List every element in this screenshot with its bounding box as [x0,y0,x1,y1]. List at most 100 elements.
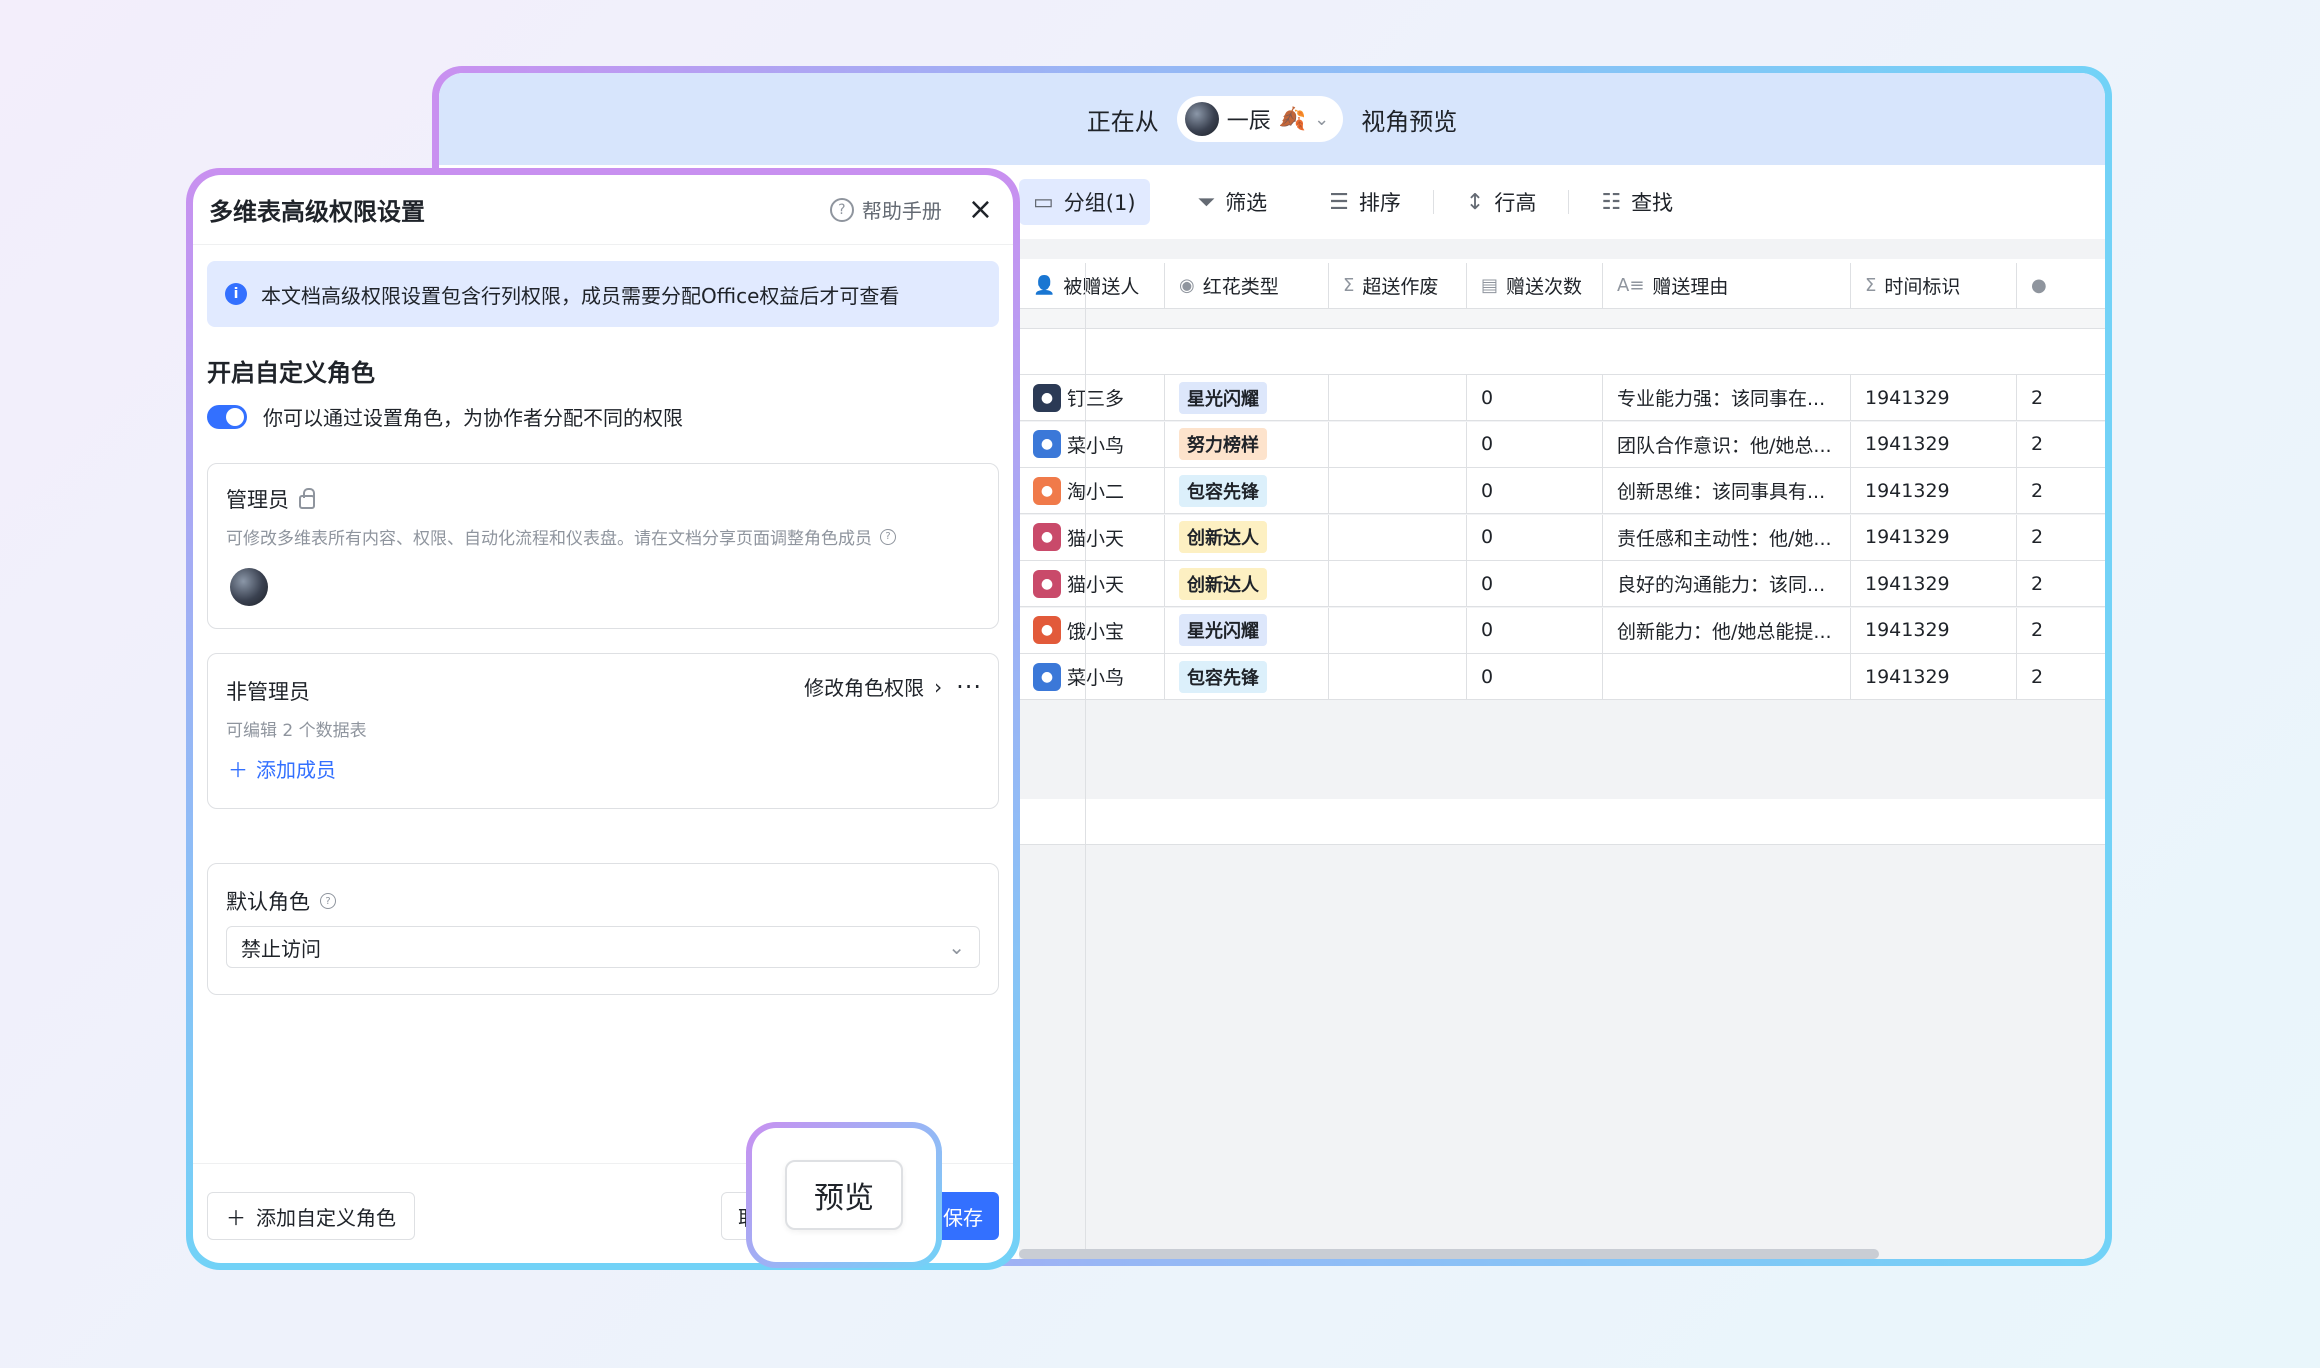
column-header-time[interactable]: Σ 时间标识 [1851,263,2017,308]
cell-flower-type[interactable]: 创新达人 [1165,514,1329,560]
cell-recipient[interactable]: ● 菜小鸟 [1019,654,1165,699]
column-header-overflow[interactable]: ● [2017,263,2057,308]
group-spacer [1019,309,2105,329]
question-icon[interactable]: ? [880,528,896,545]
cell-overflow[interactable]: 2 [2017,375,2057,420]
cell-time[interactable]: 1941329 [1851,375,2017,420]
preview-suffix: 视角预览 [1361,107,1458,136]
cell-overflow[interactable]: 2 [2017,422,2057,467]
help-manual-link[interactable]: ? 帮助手册 [829,195,942,224]
cell-void[interactable] [1329,607,1467,653]
plus-icon: ＋ [228,758,248,782]
preview-button[interactable]: 预览 [785,1160,903,1230]
cell-time[interactable]: 1941329 [1851,421,2017,467]
column-header-flower-type[interactable]: ◉ 红花类型 [1165,263,1329,308]
cell-void[interactable] [1329,514,1467,560]
cell-flower-type[interactable]: 星光闪耀 [1165,607,1329,653]
cell-count[interactable]: 0 [1467,654,1603,699]
more-icon[interactable]: ··· [956,673,982,701]
find-button[interactable]: ☷ 查找 [1587,179,1687,225]
cell-void[interactable] [1329,375,1467,420]
cell-count[interactable]: 0 [1467,468,1603,513]
cell-void[interactable] [1329,561,1467,606]
column-header-void[interactable]: Σ 超送作废 [1329,263,1467,308]
cell-count[interactable]: 0 [1467,561,1603,606]
cell-recipient[interactable]: ● 淘小二 [1019,468,1165,513]
data-grid: 👤 被赠送人 ◉ 红花类型 Σ 超送作废 ▤ 赠送次数 A≡ 赠送理由 Σ 时间… [1019,263,2105,1259]
filter-button[interactable]: ⏷ 筛选 [1184,179,1282,225]
cell-reason[interactable]: 团队合作意识：他/她总... [1603,421,1851,467]
cell-reason[interactable]: 良好的沟通能力：该同... [1603,561,1851,606]
cell-recipient[interactable]: ● 猫小天 [1019,561,1165,606]
avatar[interactable] [230,568,268,606]
cell-count[interactable]: 0 [1467,514,1603,560]
table-row[interactable]: ● 饿小宝 星光闪耀 0 创新能力：他/她总能提... 1941329 2 [1019,607,2105,654]
cell-flower-type[interactable]: 创新达人 [1165,561,1329,606]
question-icon[interactable]: ? [320,893,336,909]
default-role-select[interactable]: 禁止访问 ⌄ [226,926,980,968]
cell-flower-type[interactable]: 星光闪耀 [1165,375,1329,420]
cell-flower-type[interactable]: 包容先锋 [1165,468,1329,513]
avatar: ● [1033,430,1061,458]
column-header-recipient[interactable]: 👤 被赠送人 [1019,263,1165,308]
sort-button[interactable]: ☰ 排序 [1315,179,1415,225]
type-tag: 星光闪耀 [1179,614,1267,646]
table-row[interactable]: ● 菜小鸟 包容先锋 0 1941329 2 [1019,654,2105,700]
add-custom-role-button[interactable]: ＋ 添加自定义角色 [207,1192,415,1240]
custom-role-toggle-row: 你可以通过设置角色，为协作者分配不同的权限 [207,402,1013,431]
search-list-icon: ☷ [1601,189,1622,215]
table-row[interactable]: ● 钉三多 星光闪耀 0 专业能力强：该同事在... 1941329 2 [1019,375,2105,421]
cell-time[interactable]: 1941329 [1851,468,2017,513]
column-type-icon: ● [2031,275,2047,296]
table-row[interactable]: ● 淘小二 包容先锋 0 创新思维：该同事具有... 1941329 2 [1019,468,2105,514]
cell-void[interactable] [1329,654,1467,699]
cell-overflow[interactable]: 2 [2017,608,2057,653]
column-header-count[interactable]: ▤ 赠送次数 [1467,263,1603,308]
add-member-button[interactable]: ＋ 添加成员 [228,754,336,783]
filter-icon: ⏷ [1197,189,1216,215]
cell-count[interactable]: 0 [1467,421,1603,467]
divider [1432,190,1434,214]
user-selector[interactable]: 一辰 🍂 ⌄ [1176,96,1344,142]
add-row[interactable] [1019,799,2105,845]
toggle-label: 你可以通过设置角色，为协作者分配不同的权限 [263,406,683,430]
cell-reason[interactable]: 创新思维：该同事具有... [1603,468,1851,513]
cell-recipient[interactable]: ● 钉三多 [1019,375,1165,420]
cell-void[interactable] [1329,468,1467,513]
cell-reason[interactable] [1603,654,1851,699]
custom-role-toggle[interactable] [207,404,247,429]
cell-reason[interactable]: 责任感和主动性：他/她... [1603,514,1851,560]
cell-recipient[interactable]: ● 饿小宝 [1019,607,1165,653]
preview-callout-inner: 预览 [752,1128,936,1262]
table-row[interactable]: ● 猫小天 创新达人 0 责任感和主动性：他/她... 1941329 2 [1019,514,2105,561]
cell-overflow[interactable]: 2 [2017,515,2057,560]
filter-label: 筛选 [1225,191,1268,215]
cell-flower-type[interactable]: 努力榜样 [1165,421,1329,467]
cell-time[interactable]: 1941329 [1851,607,2017,653]
table-row[interactable]: ● 菜小鸟 努力榜样 0 团队合作意识：他/她总... 1941329 2 [1019,421,2105,468]
cell-recipient[interactable]: ● 菜小鸟 [1019,421,1165,467]
row-height-button[interactable]: ↕ 行高 [1452,179,1550,225]
horizontal-scrollbar[interactable] [1019,1249,1879,1259]
cell-time[interactable]: 1941329 [1851,514,2017,560]
cell-time[interactable]: 1941329 [1851,561,2017,606]
preview-callout: 预览 [746,1122,942,1268]
cell-overflow[interactable]: 2 [2017,561,2057,606]
chevron-right-icon: › [934,674,943,699]
cell-overflow[interactable]: 2 [2017,654,2057,699]
cell-flower-type[interactable]: 包容先锋 [1165,654,1329,699]
recipient-name: 菜小鸟 [1067,434,1125,457]
cell-reason[interactable]: 专业能力强：该同事在... [1603,375,1851,420]
cell-recipient[interactable]: ● 猫小天 [1019,514,1165,560]
group-button[interactable]: ▭ 分组(1) [1019,179,1150,225]
cell-void[interactable] [1329,421,1467,467]
table-row[interactable]: ● 猫小天 创新达人 0 良好的沟通能力：该同... 1941329 2 [1019,561,2105,607]
close-icon[interactable]: × [968,192,993,227]
cell-overflow[interactable]: 2 [2017,468,2057,513]
cell-reason[interactable]: 创新能力：他/她总能提... [1603,607,1851,653]
edit-role-permission-link[interactable]: 修改角色权限 › [804,672,942,701]
cell-count[interactable]: 0 [1467,607,1603,653]
cell-count[interactable]: 0 [1467,375,1603,420]
cell-time[interactable]: 1941329 [1851,654,2017,699]
column-header-reason[interactable]: A≡ 赠送理由 [1603,263,1851,308]
